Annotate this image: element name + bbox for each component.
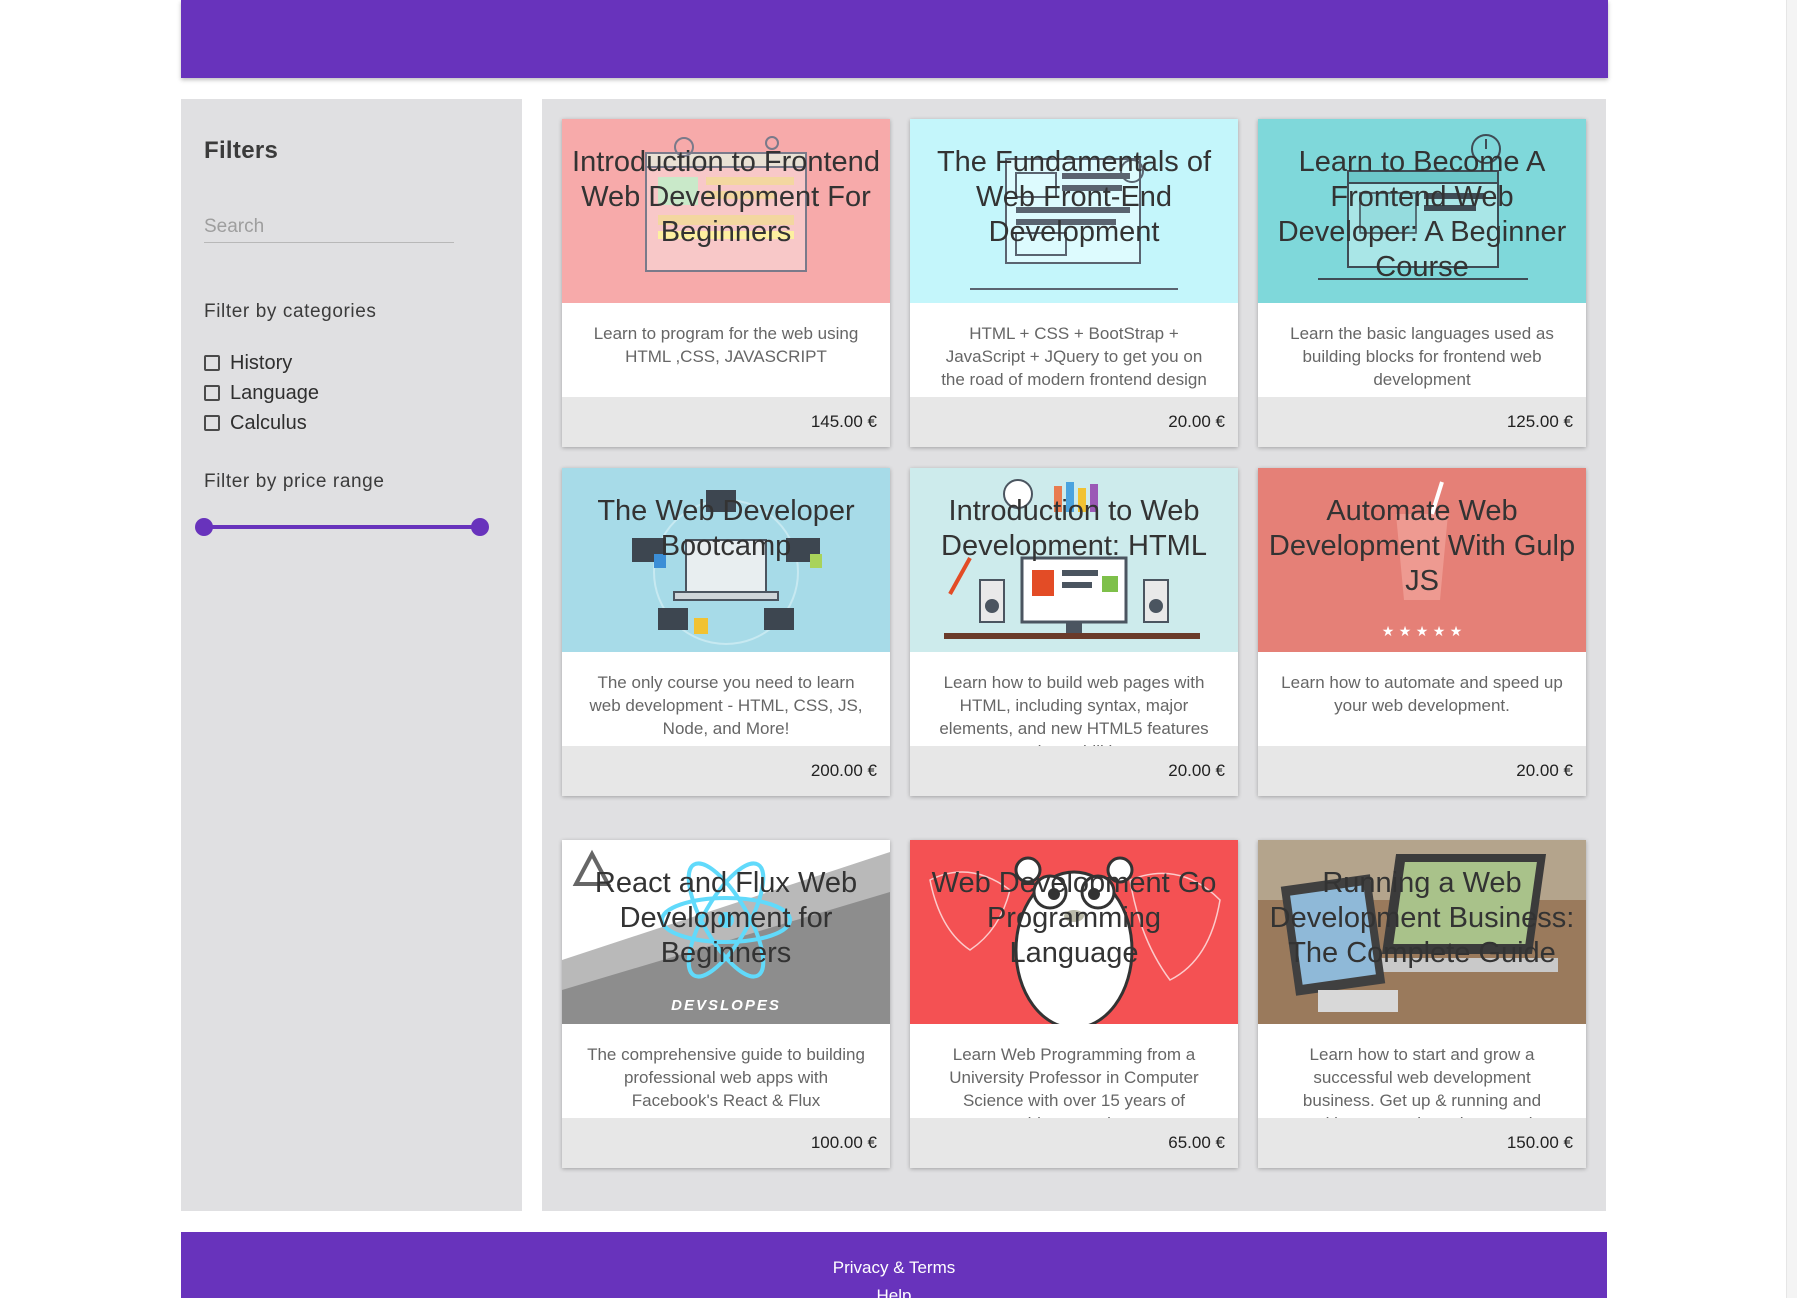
category-label: Language xyxy=(230,381,319,404)
course-title: Learn to Become A Frontend Web Developer… xyxy=(1277,146,1567,283)
page-footer: Privacy & Terms Help xyxy=(181,1232,1607,1298)
course-description: Learn the basic languages used as buildi… xyxy=(1290,324,1554,389)
filter-price-label: Filter by price range xyxy=(204,471,385,492)
course-description: Learn how to automate and speed up your … xyxy=(1281,673,1563,715)
course-card-footer: 200.00 € xyxy=(562,746,890,796)
course-card-footer: 65.00 € xyxy=(910,1118,1238,1168)
course-card[interactable]: Running a Web Development Business: The … xyxy=(1258,840,1586,1168)
price-slider-track xyxy=(204,525,480,529)
course-card[interactable]: The Web Developer Bootcamp The only cour… xyxy=(562,468,890,796)
category-checkbox-list: History Language Calculus xyxy=(204,348,319,438)
svg-text:★ ★ ★ ★ ★: ★ ★ ★ ★ ★ xyxy=(1382,624,1463,640)
course-card-footer: 100.00 € xyxy=(562,1118,890,1168)
filter-categories-label: Filter by categories xyxy=(204,301,377,322)
course-description: The only course you need to learn web de… xyxy=(589,673,863,738)
course-price: 100.00 € xyxy=(810,1133,877,1152)
course-card[interactable]: DEVSLOPES React and Flux Web Development… xyxy=(562,840,890,1168)
course-price: 145.00 € xyxy=(810,412,877,431)
category-label: History xyxy=(230,351,293,374)
course-card[interactable]: The Fundamentals of Web Front-End Develo… xyxy=(910,119,1238,447)
course-card-footer: 125.00 € xyxy=(1258,397,1586,447)
category-item-language[interactable]: Language xyxy=(204,378,319,408)
course-title: Introduction to Web Development: HTML xyxy=(941,495,1207,562)
course-title: Web Development Go Programming Language xyxy=(931,867,1217,969)
course-title: The Fundamentals of Web Front-End Develo… xyxy=(936,146,1212,248)
history-checkbox[interactable] xyxy=(204,355,220,371)
price-slider-min-thumb[interactable] xyxy=(195,518,213,536)
category-item-calculus[interactable]: Calculus xyxy=(204,408,319,438)
course-card-footer: 20.00 € xyxy=(910,397,1238,447)
calculus-checkbox[interactable] xyxy=(204,415,220,431)
course-title: Automate Web Development With Gulp JS xyxy=(1268,495,1576,597)
search-input[interactable] xyxy=(204,212,454,243)
course-description: The comprehensive guide to building prof… xyxy=(587,1045,865,1110)
course-title: Introduction to Frontend Web Development… xyxy=(572,146,880,248)
course-card[interactable]: ★ ★ ★ ★ ★ Automate Web Development With … xyxy=(1258,468,1586,796)
top-app-bar xyxy=(181,0,1608,78)
privacy-terms-link[interactable]: Privacy & Terms xyxy=(181,1258,1607,1278)
course-card-footer: 145.00 € xyxy=(562,397,890,447)
devslopes-caption: DEVSLOPES xyxy=(671,997,781,1014)
price-range-slider[interactable] xyxy=(195,517,489,537)
course-description: HTML + CSS + BootStrap + JavaScript + JQ… xyxy=(941,324,1207,389)
page-scrollbar[interactable] xyxy=(1786,0,1797,1298)
course-price: 20.00 € xyxy=(1516,761,1573,780)
course-price: 125.00 € xyxy=(1506,412,1573,431)
course-price: 20.00 € xyxy=(1168,761,1225,780)
course-price: 65.00 € xyxy=(1168,1133,1225,1152)
course-title: React and Flux Web Development for Begin… xyxy=(594,867,858,969)
category-item-history[interactable]: History xyxy=(204,348,319,378)
course-card[interactable]: Introduction to Frontend Web Development… xyxy=(562,119,890,447)
course-card-footer: 20.00 € xyxy=(1258,746,1586,796)
course-card-footer: 150.00 € xyxy=(1258,1118,1586,1168)
course-title: Running a Web Development Business: The … xyxy=(1269,867,1575,969)
course-title: The Web Developer Bootcamp xyxy=(597,495,855,562)
course-card[interactable]: Learn to Become A Frontend Web Developer… xyxy=(1258,119,1586,447)
course-description: Learn to program for the web using HTML … xyxy=(593,324,859,366)
course-price: 20.00 € xyxy=(1168,412,1225,431)
course-grid: Introduction to Frontend Web Development… xyxy=(542,99,1606,1211)
price-slider-max-thumb[interactable] xyxy=(471,518,489,536)
course-card[interactable]: Web Development Go Programming Language … xyxy=(910,840,1238,1168)
course-price: 150.00 € xyxy=(1506,1133,1573,1152)
filters-title: Filters xyxy=(204,137,279,164)
course-card-footer: 20.00 € xyxy=(910,746,1238,796)
help-link[interactable]: Help xyxy=(181,1286,1607,1298)
category-label: Calculus xyxy=(230,411,307,434)
course-card[interactable]: Introduction to Web Development: HTML Le… xyxy=(910,468,1238,796)
filters-sidebar: Filters Filter by categories History Lan… xyxy=(181,99,522,1211)
language-checkbox[interactable] xyxy=(204,385,220,401)
course-price: 200.00 € xyxy=(810,761,877,780)
